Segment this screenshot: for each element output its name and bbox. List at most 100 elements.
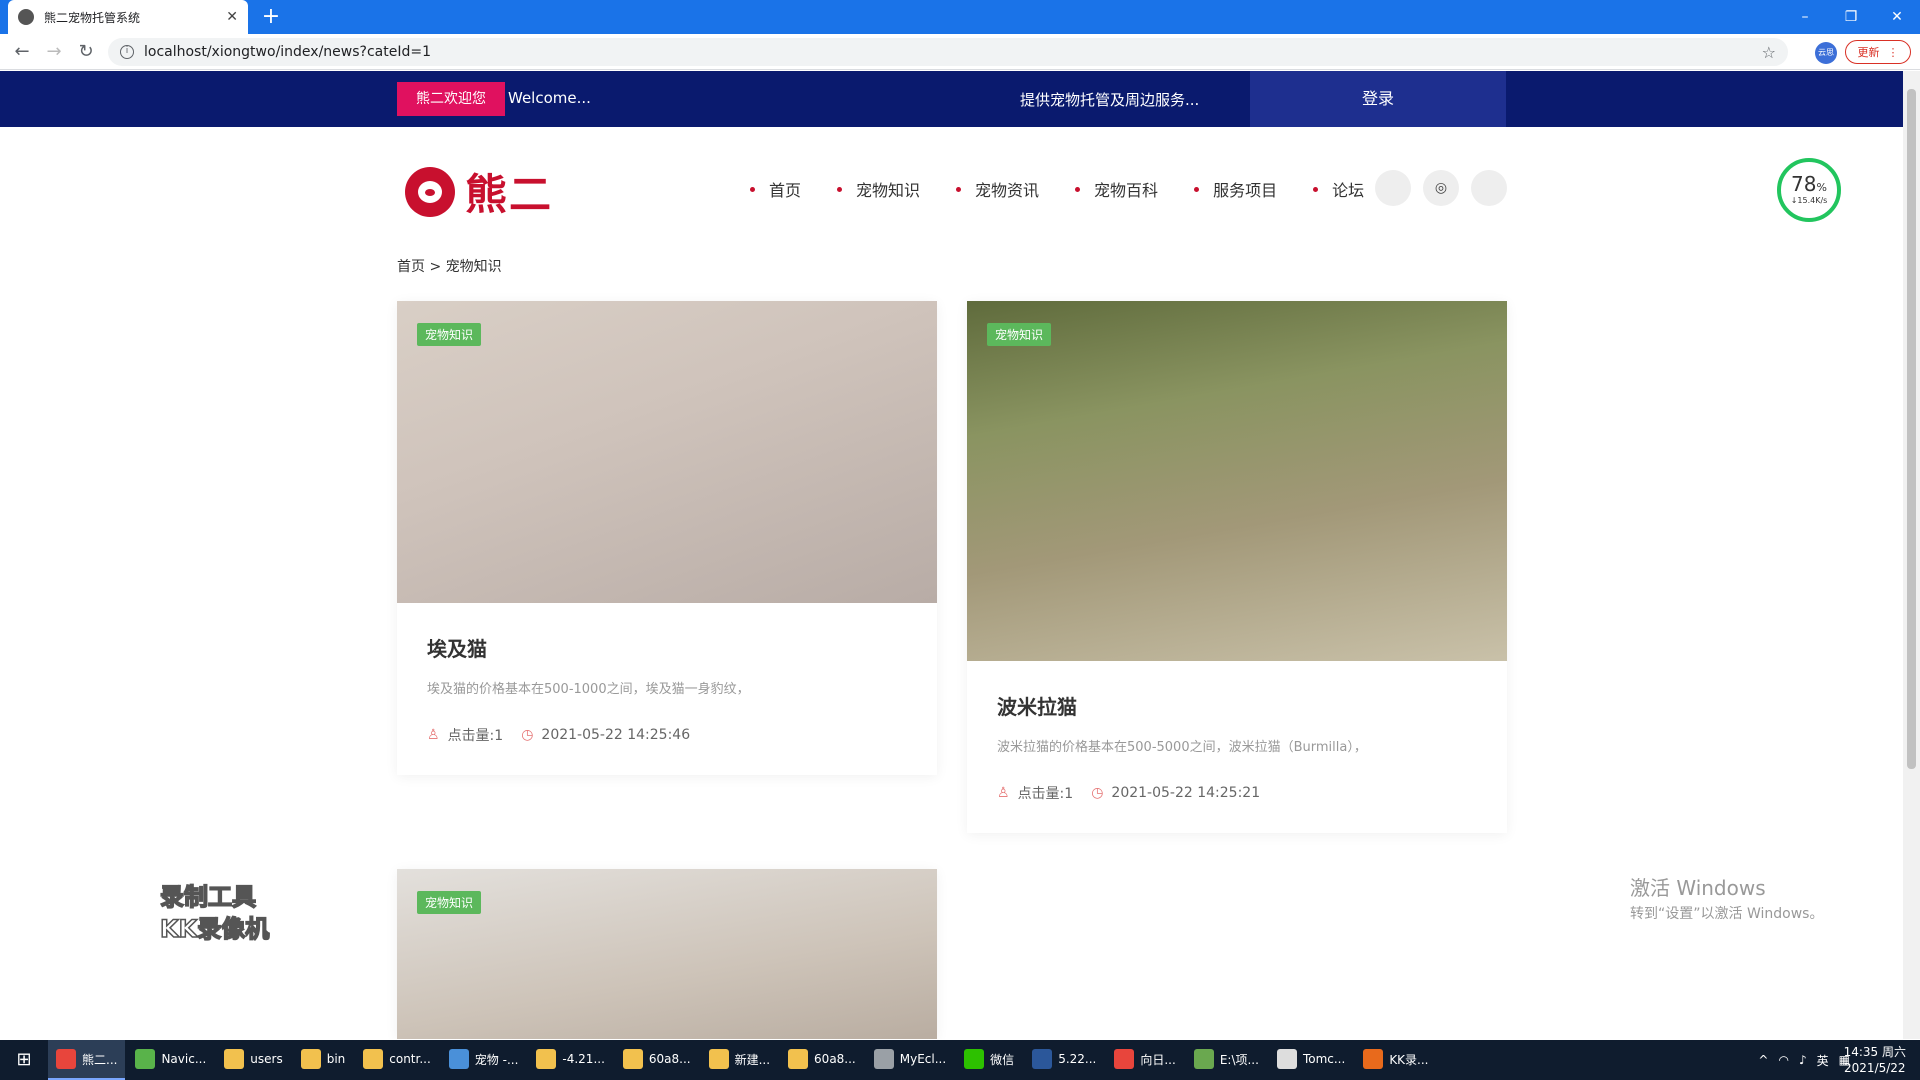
social-circle-icon[interactable]	[1375, 170, 1411, 206]
article-card[interactable]: 宠物知识 波米拉猫 波米拉猫的价格基本在500-5000之间，波米拉猫（Burm…	[967, 301, 1507, 833]
nav-label: 服务项目	[1213, 181, 1278, 200]
article-title[interactable]: 埃及猫	[427, 633, 907, 662]
taskbar-app-button[interactable]: 60a8...	[780, 1040, 864, 1080]
window-controls: – ❐ ✕	[1782, 0, 1920, 34]
browser-titlebar: 熊二宠物托管系统 ✕ + – ❐ ✕	[0, 0, 1920, 34]
scrollbar-thumb[interactable]	[1907, 89, 1916, 769]
wifi-icon[interactable]: ◠	[1778, 1053, 1788, 1067]
taskbar-app-button[interactable]: 微信	[956, 1040, 1022, 1080]
page-scrollbar[interactable]	[1903, 71, 1920, 1039]
taskbar-app-button[interactable]: 宠物 -...	[441, 1040, 527, 1080]
site-info-icon[interactable]: i	[120, 45, 134, 59]
category-tag: 宠物知识	[417, 323, 482, 346]
logo-text: 熊二	[465, 170, 554, 219]
article-title[interactable]: 波米拉猫	[997, 691, 1477, 720]
breadcrumb: 首页 > 宠物知识	[397, 256, 502, 276]
taskbar-app-label: users	[250, 1052, 283, 1066]
nav-item-home[interactable]: 首页	[750, 177, 801, 201]
ime-indicator[interactable]: 英	[1817, 1052, 1829, 1069]
nav-item-services[interactable]: 服务项目	[1194, 177, 1277, 201]
app-icon	[788, 1049, 809, 1069]
taskbar-app-button[interactable]: -4.21...	[528, 1040, 613, 1080]
taskbar-app-button[interactable]: KK录...	[1355, 1040, 1436, 1080]
breadcrumb-current: 宠物知识	[445, 259, 502, 275]
taskbar-app-button[interactable]: Tomc...	[1269, 1040, 1353, 1080]
article-desc: 埃及猫的价格基本在500-1000之间，埃及猫一身豹纹，	[427, 682, 750, 697]
forward-arrow-icon[interactable]: →	[42, 40, 66, 64]
taskbar-app-button[interactable]: 60a8...	[615, 1040, 699, 1080]
taskbar-app-button[interactable]: bin	[293, 1040, 354, 1080]
app-icon	[1032, 1049, 1053, 1069]
close-window-button[interactable]: ✕	[1874, 0, 1920, 34]
nav-item-pet-news[interactable]: 宠物资讯	[956, 177, 1039, 201]
app-icon	[135, 1049, 156, 1069]
burmilla-cat-photo[interactable]: 宠物知识	[967, 301, 1507, 661]
update-button[interactable]: 更新 ⋮	[1845, 40, 1911, 64]
clock-icon: ◷	[1091, 785, 1104, 801]
new-tab-button[interactable]: +	[258, 4, 284, 30]
taskbar-app-label: bin	[326, 1052, 346, 1066]
article-card[interactable]: 宠物知识 埃及猫 埃及猫的价格基本在500-1000之间，埃及猫一身豹纹， ♙ …	[397, 301, 937, 775]
minimize-button[interactable]: –	[1782, 0, 1828, 34]
back-arrow-icon[interactable]: ←	[10, 40, 34, 64]
watermark-line: KK录像机	[159, 914, 270, 944]
url-omnibox[interactable]: i localhost/xiongtwo/index/news?cateId=1…	[108, 38, 1788, 66]
app-icon	[1276, 1049, 1297, 1069]
taskbar-app-button[interactable]: E:\项...	[1186, 1040, 1267, 1080]
breadcrumb-home[interactable]: 首页	[397, 259, 425, 275]
tray-chevron-icon[interactable]: ^	[1758, 1053, 1768, 1067]
taskbar-app-button[interactable]: 5.22...	[1024, 1040, 1104, 1080]
tab-favicon-icon	[18, 9, 34, 25]
article-meta: ♙ 点击量:1 ◷ 2021-05-22 14:25:21	[997, 783, 1477, 803]
clock-date: 2021/5/22	[1844, 1061, 1906, 1075]
taskbar-app-label: KK录...	[1389, 1052, 1429, 1067]
app-icon	[56, 1049, 76, 1069]
browser-tab-active[interactable]: 熊二宠物托管系统 ✕	[8, 0, 248, 34]
nav-label: 首页	[769, 181, 802, 200]
category-tag: 宠物知识	[417, 891, 482, 914]
taskbar-app-button[interactable]: 新建...	[701, 1040, 778, 1080]
taskbar-app-label: Navic...	[161, 1052, 207, 1066]
restore-button[interactable]: ❐	[1828, 0, 1874, 34]
social-circle-icon[interactable]	[1471, 170, 1507, 206]
bear-logo-icon	[405, 166, 455, 217]
taskbar-app-label: 熊二...	[82, 1052, 118, 1067]
nav-item-pet-knowledge[interactable]: 宠物知识	[837, 177, 920, 201]
instagram-icon[interactable]: ◎	[1423, 170, 1459, 206]
more-menu-icon[interactable]: ⋮	[1888, 46, 1899, 59]
app-icon	[363, 1049, 384, 1069]
article-desc: 波米拉猫的价格基本在500-5000之间，波米拉猫（Burmilla），	[997, 740, 1367, 755]
nav-label: 宠物百科	[1094, 181, 1159, 200]
nav-item-forum[interactable]: 论坛	[1313, 177, 1364, 201]
tab-close-icon[interactable]: ✕	[226, 9, 238, 25]
taskbar-app-button[interactable]: 熊二...	[48, 1040, 126, 1080]
speed-unit: %	[1816, 181, 1827, 194]
kitten-photo[interactable]: 宠物知识	[397, 869, 937, 1039]
taskbar-app-button[interactable]: MyEcl...	[866, 1040, 954, 1080]
service-text: 提供宠物托管及周边服务...	[1020, 91, 1200, 109]
url-text[interactable]: localhost/xiongtwo/index/news?cateId=1	[144, 44, 1762, 60]
taskbar-app-button[interactable]: 向日...	[1106, 1040, 1183, 1080]
windows-activation-notice: 激活 Windows 转到“设置”以激活 Windows。	[1630, 872, 1823, 923]
volume-icon[interactable]: ♪	[1799, 1053, 1807, 1067]
network-speed-widget[interactable]: 78% ↓15.4K/s	[1777, 158, 1841, 222]
view-count: 点击量:1	[1017, 786, 1074, 802]
egyptian-cat-photo[interactable]: 宠物知识	[397, 301, 937, 603]
nav-item-pet-encyclopedia[interactable]: 宠物百科	[1075, 177, 1158, 201]
reload-icon[interactable]: ↻	[74, 40, 98, 64]
nav-label: 宠物资讯	[975, 181, 1040, 200]
taskbar-app-button[interactable]: contr...	[355, 1040, 439, 1080]
site-logo[interactable]: 熊二	[405, 161, 553, 222]
system-tray: ^ ◠ ♪ 英 ▦	[1758, 1040, 1850, 1080]
taskbar-clock[interactable]: 14:35 周六 2021/5/22	[1844, 1044, 1906, 1076]
article-card[interactable]: 宠物知识	[397, 869, 937, 1039]
user-icon: ♙	[427, 727, 440, 743]
taskbar-app-button[interactable]: Navic...	[127, 1040, 214, 1080]
app-icon	[708, 1049, 729, 1069]
bookmark-star-icon[interactable]: ☆	[1762, 43, 1776, 62]
profile-avatar[interactable]: 云思	[1815, 42, 1837, 64]
login-button[interactable]: 登录	[1250, 71, 1506, 127]
taskbar-app-button[interactable]: users	[216, 1040, 290, 1080]
windows-start-icon[interactable]: ⊞	[0, 1040, 48, 1080]
speed-rate: ↓15.4K/s	[1790, 196, 1828, 205]
